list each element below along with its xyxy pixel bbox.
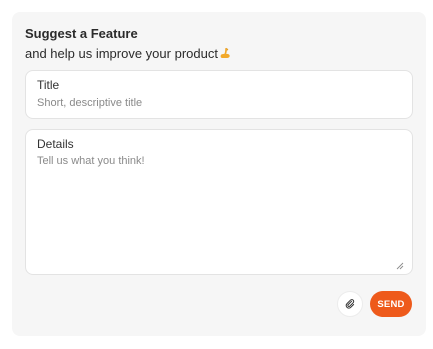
title-field-label: Title: [37, 78, 60, 92]
title-input[interactable]: [37, 97, 401, 109]
details-textarea[interactable]: [37, 155, 406, 269]
details-field-label: Details: [37, 137, 74, 151]
attach-button[interactable]: [337, 291, 363, 317]
title-field: Title: [25, 70, 413, 119]
feature-suggestion-card: Suggest a Feature and help us improve yo…: [12, 12, 426, 336]
card-subtitle-text: and help us improve your product: [25, 46, 218, 61]
details-field: Details: [25, 129, 413, 275]
paperclip-icon: [345, 299, 355, 309]
flexed-biceps-icon: [220, 47, 230, 58]
card-subtitle: and help us improve your product: [25, 46, 231, 61]
send-button[interactable]: SEND: [370, 291, 412, 317]
resize-handle-icon[interactable]: [396, 262, 404, 270]
card-title: Suggest a Feature: [25, 26, 138, 41]
